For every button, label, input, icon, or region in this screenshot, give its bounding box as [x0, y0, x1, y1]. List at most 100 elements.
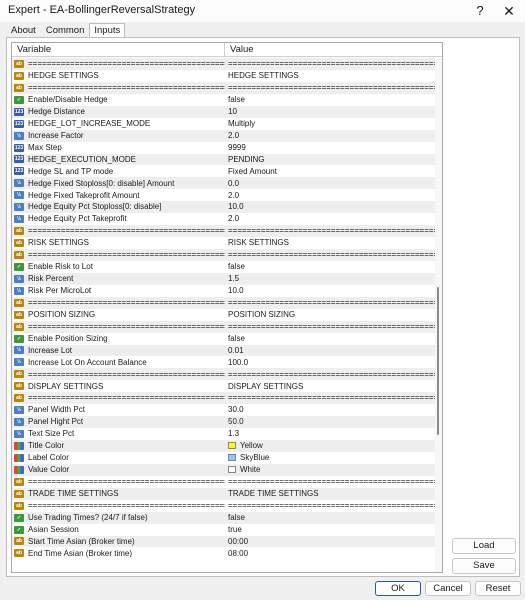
parameter-value-cell[interactable]: ========================================… [225, 476, 436, 488]
parameter-row[interactable]: Value Color White [12, 463, 436, 476]
parameter-row[interactable]: ab ======================================… [12, 249, 436, 261]
parameter-value[interactable]: ========================================… [228, 82, 436, 94]
parameter-value[interactable]: SkyBlue [240, 452, 269, 464]
parameter-value[interactable]: DISPLAY SETTINGS [228, 381, 303, 393]
parameter-row[interactable]: 123 Hedge SL and TP mode Fixed Amount [12, 165, 436, 177]
parameter-row[interactable]: Label Color SkyBlue [12, 452, 436, 464]
parameter-value-cell[interactable]: 10.0 [225, 285, 436, 297]
parameter-value[interactable]: RISK SETTINGS [228, 237, 289, 249]
parameter-value-cell[interactable]: 0.01 [225, 345, 436, 357]
parameter-row[interactable]: ✓ Enable Risk to Lot false [12, 261, 436, 273]
parameter-value[interactable]: true [228, 524, 242, 536]
parameter-value-cell[interactable]: White [225, 464, 436, 476]
parameter-value-cell[interactable]: 100.0 [225, 356, 436, 368]
close-button[interactable]: ✕ [497, 1, 521, 21]
parameter-value[interactable]: 2.0 [228, 130, 239, 142]
parameter-value-cell[interactable]: ========================================… [225, 249, 436, 261]
parameter-row[interactable]: ab TRADE TIME SETTINGS TRADE TIME SETTINGS [12, 487, 436, 500]
parameter-value[interactable]: White [240, 464, 260, 476]
parameter-row[interactable]: ½ Risk Per MicroLot 10.0 [12, 285, 436, 297]
parameter-value-cell[interactable]: ========================================… [225, 297, 436, 309]
parameter-row[interactable]: ½ Panel Width Pct 30.0 [12, 404, 436, 416]
parameter-row[interactable]: 123 Hedge Distance 10 [12, 105, 436, 118]
parameter-row[interactable]: ab ======================================… [12, 500, 436, 512]
parameter-value-cell[interactable]: 9999 [225, 142, 436, 154]
parameter-row[interactable]: ab RISK SETTINGS RISK SETTINGS [12, 237, 436, 249]
parameter-value-cell[interactable]: ========================================… [225, 225, 436, 237]
parameter-value[interactable]: PENDING [228, 154, 264, 166]
parameter-value[interactable]: 10 [228, 106, 237, 118]
parameter-value[interactable]: 2.0 [228, 213, 239, 225]
parameter-value-cell[interactable]: false [225, 333, 436, 345]
parameter-row[interactable]: ½ Increase Lot On Account Balance 100.0 [12, 356, 436, 368]
parameter-row[interactable]: ½ Hedge Equity Pct Takeprofit 2.0 [12, 213, 436, 225]
parameter-value-cell[interactable]: POSITION SIZING [225, 309, 436, 321]
save-button[interactable]: Save [452, 558, 516, 574]
parameter-value[interactable]: ========================================… [228, 58, 436, 70]
parameter-row[interactable]: Title Color Yellow [12, 440, 436, 452]
column-header-variable[interactable]: Variable [12, 43, 225, 56]
vertical-scrollbar[interactable] [435, 58, 442, 572]
parameter-value[interactable]: Yellow [240, 440, 263, 452]
parameter-value-cell[interactable]: 1.5 [225, 273, 436, 285]
parameter-row[interactable]: ab ======================================… [12, 58, 436, 70]
parameter-value[interactable]: POSITION SIZING [228, 309, 295, 321]
parameter-value[interactable]: 10.0 [228, 201, 244, 213]
parameter-row[interactable]: ab ======================================… [12, 296, 436, 309]
parameter-row[interactable]: ab ======================================… [12, 368, 436, 381]
parameter-value[interactable]: 1.3 [228, 428, 239, 440]
parameter-value[interactable]: 1.5 [228, 273, 239, 285]
parameter-value[interactable]: ========================================… [228, 392, 436, 404]
parameter-value-cell[interactable]: ========================================… [225, 368, 436, 380]
parameter-row[interactable]: ½ Hedge Fixed Takeprofit Amount 2.0 [12, 189, 436, 201]
parameter-row[interactable]: ab DISPLAY SETTINGS DISPLAY SETTINGS [12, 380, 436, 392]
parameter-value-cell[interactable]: 10.0 [225, 201, 436, 213]
parameter-value[interactable]: 50.0 [228, 416, 244, 428]
parameter-value-cell[interactable]: 0.0 [225, 177, 436, 189]
tab-inputs[interactable]: Inputs [89, 23, 126, 38]
parameter-value[interactable]: 2.0 [228, 190, 239, 202]
parameter-value[interactable]: 0.01 [228, 345, 244, 357]
parameter-value[interactable]: 10.0 [228, 285, 244, 297]
parameter-value[interactable]: ========================================… [228, 297, 436, 309]
parameter-row[interactable]: ½ Increase Lot 0.01 [12, 344, 436, 357]
parameter-value[interactable]: ========================================… [228, 321, 436, 333]
parameter-value-cell[interactable]: ========================================… [225, 321, 436, 333]
parameter-value-cell[interactable]: Multiply [225, 118, 436, 130]
parameter-value-cell[interactable]: RISK SETTINGS [225, 237, 436, 249]
parameter-row[interactable]: ½ Hedge Fixed Stoploss[0: disable] Amount… [12, 177, 436, 190]
parameter-value-cell[interactable]: DISPLAY SETTINGS [225, 380, 436, 392]
parameter-row[interactable]: ab HEDGE SETTINGS HEDGE SETTINGS [12, 70, 436, 82]
parameter-value[interactable]: HEDGE SETTINGS [228, 70, 299, 82]
parameter-value-cell[interactable]: Fixed Amount [225, 165, 436, 177]
parameter-row[interactable]: ab Start Time Asian (Broker time) 00:00 [12, 535, 436, 548]
parameter-value[interactable]: ========================================… [228, 500, 436, 512]
parameter-value[interactable]: 08:00 [228, 548, 248, 560]
parameter-row[interactable]: ✓ Enable/Disable Hedge false [12, 94, 436, 106]
parameter-row[interactable]: ½ Hedge Equity Pct Stoploss[0: disable] 10… [12, 201, 436, 214]
parameter-value-cell[interactable]: ========================================… [225, 82, 436, 94]
parameter-value[interactable]: ========================================… [228, 369, 436, 381]
parameter-value-cell[interactable]: ========================================… [225, 58, 436, 70]
parameter-value-cell[interactable]: false [225, 94, 436, 106]
parameter-row[interactable]: 123 HEDGE_LOT_INCREASE_MODE Multiply [12, 118, 436, 130]
parameter-value[interactable]: ========================================… [228, 476, 436, 488]
parameter-value[interactable]: ========================================… [228, 249, 436, 261]
parameter-value-cell[interactable]: 2.0 [225, 213, 436, 225]
parameter-value[interactable]: 00:00 [228, 536, 248, 548]
parameter-value-cell[interactable]: 2.0 [225, 130, 436, 142]
column-header-value[interactable]: Value [225, 43, 442, 56]
parameter-row[interactable]: ab End Time Asian (Broker time) 08:00 [12, 547, 436, 559]
parameter-row[interactable]: 123 HEDGE_EXECUTION_MODE PENDING [12, 153, 436, 166]
reset-button[interactable]: Reset [475, 581, 521, 596]
parameter-row[interactable]: ½ Panel Hight Pct 50.0 [12, 416, 436, 429]
tab-about[interactable]: About [6, 23, 41, 37]
parameter-row[interactable]: ab ======================================… [12, 476, 436, 488]
parameter-value[interactable]: false [228, 94, 245, 106]
parameter-value-cell[interactable]: ========================================… [225, 500, 436, 512]
parameter-value-cell[interactable]: Yellow [225, 440, 436, 452]
parameter-value-cell[interactable]: false [225, 512, 436, 524]
parameter-value-cell[interactable]: 1.3 [225, 428, 436, 440]
parameter-row[interactable]: ab POSITION SIZING POSITION SIZING [12, 309, 436, 321]
parameter-value[interactable]: false [228, 261, 245, 273]
